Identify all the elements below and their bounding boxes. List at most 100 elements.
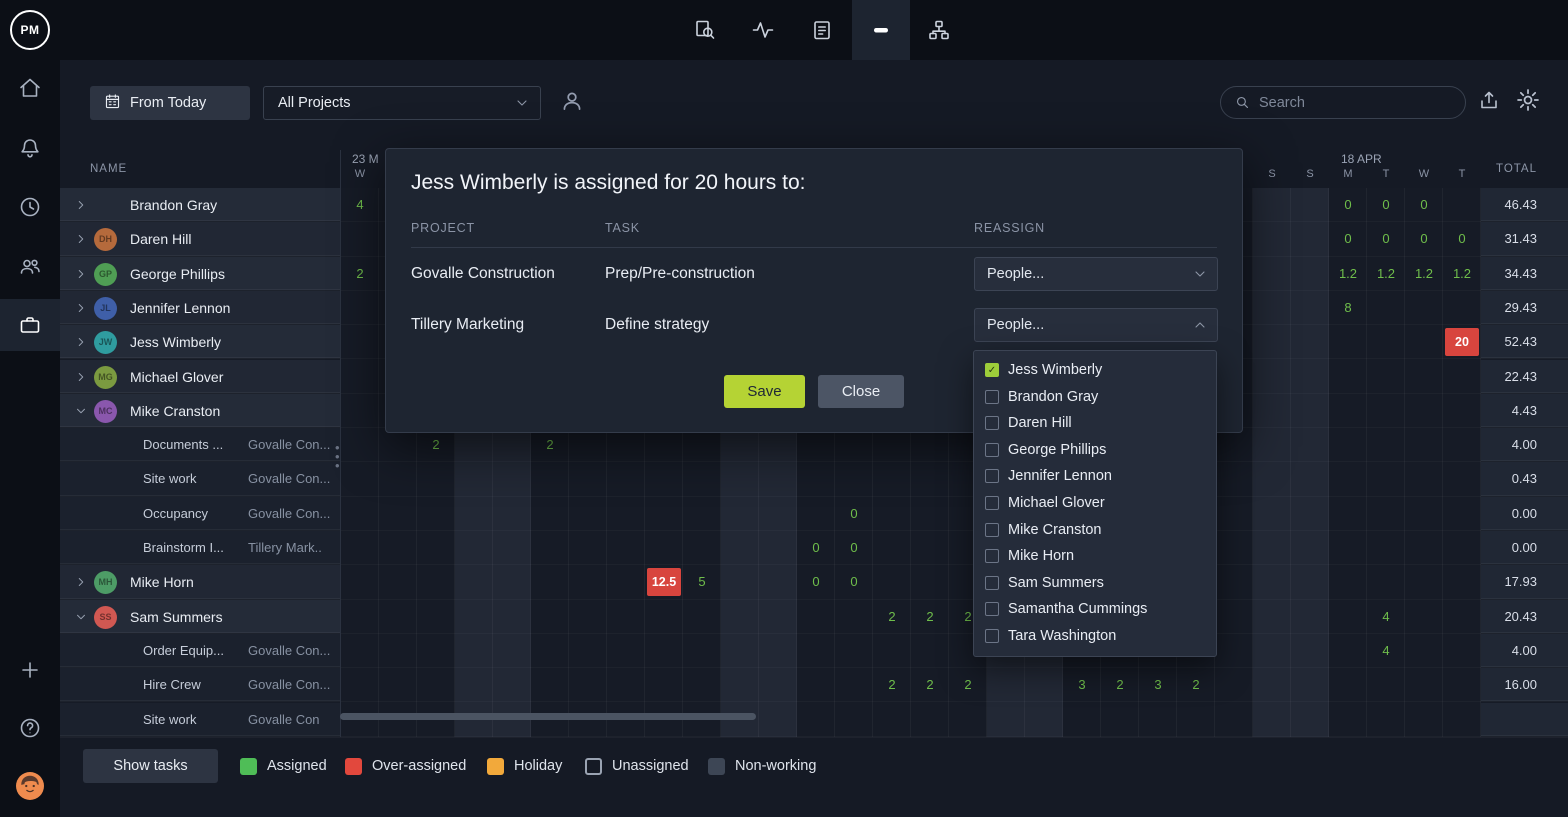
- people-option[interactable]: ✓Jess Wimberly: [974, 357, 1216, 384]
- task-row[interactable]: Brainstorm I...Tillery Mark..000.00: [60, 531, 1568, 565]
- workload-cell[interactable]: 0: [797, 531, 835, 565]
- people-option[interactable]: Mike Cranston: [974, 517, 1216, 544]
- chevron-right-icon[interactable]: [74, 198, 88, 212]
- show-tasks-button[interactable]: Show tasks: [83, 749, 218, 783]
- workload-cell[interactable]: 0: [1329, 188, 1367, 222]
- workload-cell[interactable]: 0: [1405, 188, 1443, 222]
- task-row[interactable]: Documents ...Govalle Con...224.00: [60, 428, 1568, 462]
- workload-cell[interactable]: 0: [1443, 222, 1481, 256]
- workload-cell[interactable]: 2: [1177, 668, 1215, 702]
- workload-cell[interactable]: 2: [911, 600, 949, 634]
- export-icon[interactable]: [1477, 88, 1502, 113]
- search-input[interactable]: [1259, 88, 1449, 117]
- chevron-right-icon[interactable]: [74, 267, 88, 281]
- task-row[interactable]: Site workGovalle Con...0.43: [60, 462, 1568, 496]
- workload-cell[interactable]: 2: [531, 428, 569, 462]
- workload-cell[interactable]: 5: [683, 565, 721, 599]
- checkbox-icon[interactable]: [985, 629, 999, 643]
- chevron-right-icon[interactable]: [74, 301, 88, 315]
- workload-cell[interactable]: 4: [1367, 600, 1405, 634]
- people-option[interactable]: Michael Glover: [974, 490, 1216, 517]
- people-option[interactable]: Brandon Gray: [974, 384, 1216, 411]
- workload-cell[interactable]: 0: [1329, 222, 1367, 256]
- project-filter-select[interactable]: All Projects: [263, 86, 541, 120]
- checkbox-checked-icon[interactable]: ✓: [985, 363, 999, 377]
- workload-icon[interactable]: [869, 18, 893, 42]
- workload-cell[interactable]: 0: [1405, 222, 1443, 256]
- over-assigned-cell[interactable]: 12.5: [647, 568, 681, 596]
- people-option[interactable]: Tara Washington: [974, 623, 1216, 650]
- save-button[interactable]: Save: [724, 375, 805, 408]
- workload-cell[interactable]: 0: [1367, 188, 1405, 222]
- workload-cell[interactable]: 3: [1139, 668, 1177, 702]
- sidebar-item-team[interactable]: [18, 254, 42, 278]
- checkbox-icon[interactable]: [985, 576, 999, 590]
- people-option[interactable]: Mike Horn: [974, 543, 1216, 570]
- people-option[interactable]: Daren Hill: [974, 410, 1216, 437]
- chevron-right-icon[interactable]: [74, 370, 88, 384]
- person-icon[interactable]: [559, 88, 585, 114]
- task-row[interactable]: Order Equip...Govalle Con...44.00: [60, 634, 1568, 668]
- workload-cell[interactable]: 0: [1367, 222, 1405, 256]
- activity-icon[interactable]: [751, 18, 775, 42]
- sidebar-item-help[interactable]: [18, 716, 42, 740]
- people-option[interactable]: Jennifer Lennon: [974, 463, 1216, 490]
- workload-cell[interactable]: 8: [1329, 291, 1367, 325]
- chevron-right-icon[interactable]: [74, 335, 88, 349]
- workload-cell[interactable]: 0: [797, 565, 835, 599]
- panel-resize-handle[interactable]: •••: [335, 443, 340, 470]
- over-assigned-cell[interactable]: 20: [1445, 328, 1479, 356]
- task-row[interactable]: Hire CrewGovalle Con...222323216.00: [60, 668, 1568, 702]
- checkbox-icon[interactable]: [985, 390, 999, 404]
- workload-cell[interactable]: 0: [835, 497, 873, 531]
- person-row[interactable]: MHMike Horn12.550017.93: [60, 565, 1568, 599]
- checkbox-icon[interactable]: [985, 496, 999, 510]
- sidebar-item-notifications[interactable]: [18, 136, 42, 160]
- workload-cell[interactable]: 1.2: [1443, 257, 1481, 291]
- checkbox-icon[interactable]: [985, 443, 999, 457]
- task-row[interactable]: OccupancyGovalle Con...00.00: [60, 497, 1568, 531]
- workload-cell[interactable]: 2: [949, 668, 987, 702]
- workload-cell[interactable]: 0: [835, 565, 873, 599]
- workload-cell[interactable]: 1.2: [1329, 257, 1367, 291]
- org-chart-icon[interactable]: [927, 18, 951, 42]
- workload-cell[interactable]: 2: [873, 600, 911, 634]
- gear-icon[interactable]: [1515, 87, 1540, 112]
- checkbox-icon[interactable]: [985, 602, 999, 616]
- close-button[interactable]: Close: [818, 375, 904, 408]
- checkbox-icon[interactable]: [985, 469, 999, 483]
- people-option[interactable]: Sam Summers: [974, 570, 1216, 597]
- workload-cell[interactable]: 1.2: [1367, 257, 1405, 291]
- workload-cell[interactable]: 2: [873, 668, 911, 702]
- people-option[interactable]: George Phillips: [974, 437, 1216, 464]
- horizontal-scrollbar[interactable]: [340, 713, 756, 720]
- checkbox-icon[interactable]: [985, 416, 999, 430]
- sidebar-item-timesheets[interactable]: [18, 195, 42, 219]
- user-avatar[interactable]: [16, 772, 44, 800]
- app-logo[interactable]: PM: [10, 10, 50, 50]
- people-option[interactable]: Samantha Cummings: [974, 596, 1216, 623]
- workload-cell[interactable]: 3: [1063, 668, 1101, 702]
- sidebar-item-portfolio[interactable]: [18, 313, 42, 337]
- workload-cell[interactable]: 2: [911, 668, 949, 702]
- reports-icon[interactable]: [810, 18, 834, 42]
- person-row[interactable]: SSSam Summers222420.43: [60, 600, 1568, 634]
- chevron-right-icon[interactable]: [74, 232, 88, 246]
- zoom-task-icon[interactable]: [693, 18, 717, 42]
- checkbox-icon[interactable]: [985, 523, 999, 537]
- chevron-down-icon[interactable]: [74, 404, 88, 418]
- chevron-right-icon[interactable]: [74, 575, 88, 589]
- workload-cell[interactable]: 2: [341, 257, 379, 291]
- workload-cell[interactable]: 2: [417, 428, 455, 462]
- checkbox-icon[interactable]: [985, 549, 999, 563]
- sidebar-item-add[interactable]: [18, 658, 42, 682]
- task-row[interactable]: Site workGovalle Con: [60, 703, 1568, 737]
- reassign-people-select[interactable]: People...: [974, 257, 1218, 291]
- chevron-down-icon[interactable]: [74, 610, 88, 624]
- from-today-button[interactable]: From Today: [90, 86, 250, 120]
- workload-cell[interactable]: 4: [341, 188, 379, 222]
- workload-cell[interactable]: 2: [1101, 668, 1139, 702]
- workload-cell[interactable]: 4: [1367, 634, 1405, 668]
- reassign-people-select[interactable]: People...: [974, 308, 1218, 342]
- sidebar-item-home[interactable]: [18, 76, 42, 100]
